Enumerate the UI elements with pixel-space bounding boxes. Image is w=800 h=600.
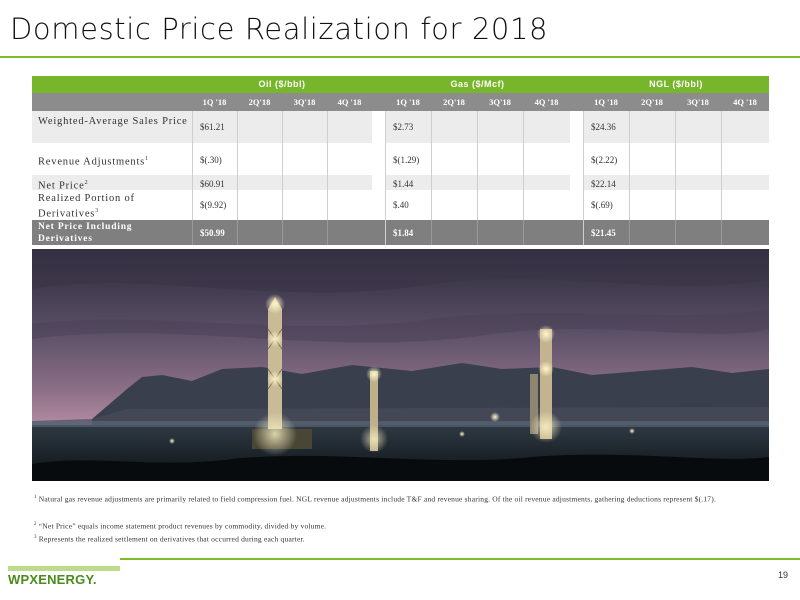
- quarter-header: 2Q'18: [641, 97, 663, 107]
- gas-value: $2.73: [393, 122, 414, 132]
- oil-value: $60.91: [200, 179, 225, 189]
- oil-value: $61.21: [200, 122, 225, 132]
- quarter-header: 1Q '18: [396, 97, 420, 107]
- oil-value: $(.30): [200, 155, 222, 165]
- ngl-value: $24.36: [591, 122, 616, 132]
- group-header-oil: Oil ($/bbl): [258, 79, 306, 89]
- ngl-value: $21.45: [591, 228, 616, 238]
- page-number: 19: [777, 570, 788, 580]
- gas-value: $1.44: [393, 179, 414, 189]
- oil-value: $50.99: [200, 228, 225, 238]
- quarter-header: 4Q '18: [733, 97, 757, 107]
- oil-value: $(9.92): [200, 200, 227, 210]
- row-label: Realized Portion of Derivatives3: [38, 193, 135, 220]
- footnote-3: 3 Represents the realized settlement on …: [34, 534, 305, 544]
- quarter-header: 2Q'18: [443, 97, 465, 107]
- gas-value: $1.84: [393, 228, 414, 238]
- quarter-header: 3Q'18: [489, 97, 511, 107]
- ngl-value: $(.69): [591, 200, 613, 210]
- quarter-header: 4Q '18: [337, 97, 362, 107]
- quarter-header: 1Q '18: [594, 97, 618, 107]
- quarter-header: 2Q'18: [248, 97, 271, 107]
- footnote-1: 1 Natural gas revenue adjustments are pr…: [34, 494, 717, 504]
- svg-text:WPXENERGY.: WPXENERGY.: [8, 572, 97, 587]
- ngl-value: $22.14: [591, 179, 616, 189]
- footnote-2: 2 “Net Price” equals income statement pr…: [34, 521, 327, 531]
- company-logo: WPXENERGY.: [6, 563, 124, 592]
- row-label: Net Price Including Derivatives: [38, 222, 133, 244]
- footer-divider: [120, 558, 800, 560]
- title-divider: [0, 56, 800, 58]
- group-header-ngl: NGL ($/bbl): [649, 79, 703, 89]
- group-header-gas: Gas ($/Mcf): [450, 79, 505, 89]
- gas-value: $.40: [393, 200, 409, 210]
- quarter-header: 3Q'18: [687, 97, 709, 107]
- row-label: Weighted-Average Sales Price: [38, 116, 188, 127]
- page-title: Domestic Price Realization for 2018: [10, 12, 549, 46]
- quarter-header: 4Q '18: [534, 97, 559, 107]
- row-label: Revenue Adjustments1: [38, 156, 149, 168]
- quarter-header: 3Q'18: [293, 97, 316, 107]
- gas-value: $(1.29): [393, 155, 420, 165]
- quarter-header: 1Q '18: [202, 97, 227, 107]
- drilling-rig-photo: [32, 249, 769, 481]
- ngl-value: $(2.22): [591, 155, 618, 165]
- row-label: Net Price2: [38, 180, 89, 192]
